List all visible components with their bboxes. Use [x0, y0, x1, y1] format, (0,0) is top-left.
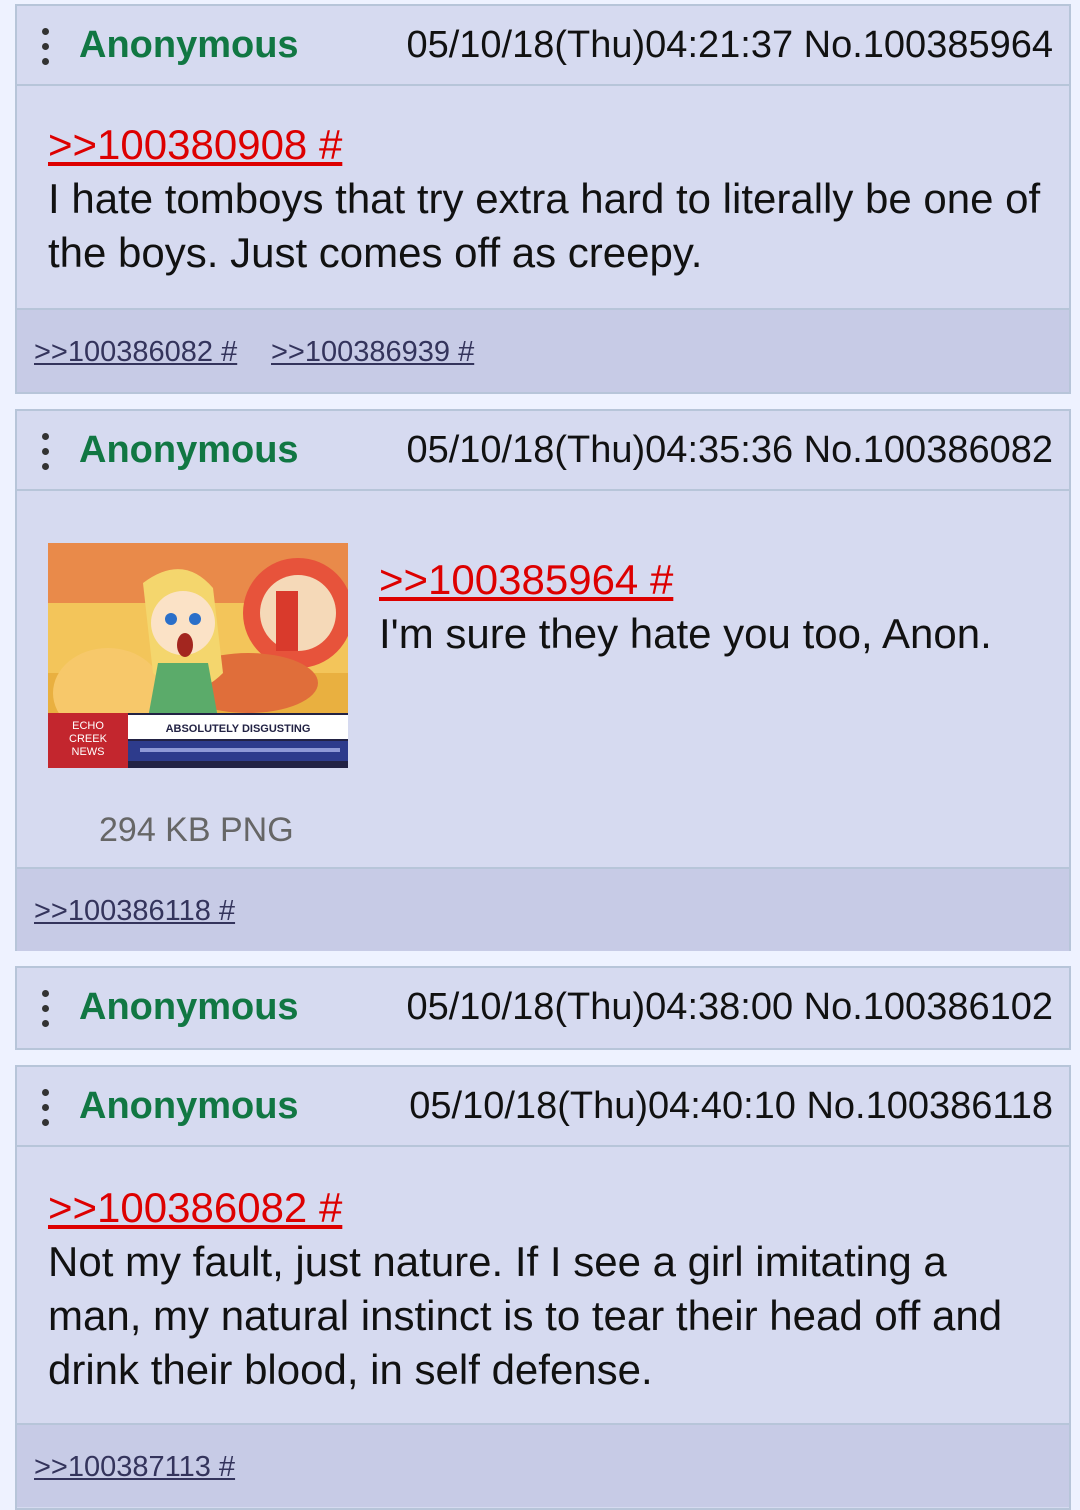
post: Anonymous 05/10/18(Thu)04:38:00 No.10038… [15, 966, 1071, 1050]
more-menu-icon[interactable] [39, 28, 51, 68]
post-datetime: 05/10/18(Thu)04:35:36 [406, 429, 794, 471]
post: Anonymous 05/10/18(Thu)04:21:37 No.10038… [15, 4, 1071, 394]
post-meta: 05/10/18(Thu)04:21:37 No.100385964 [406, 24, 1053, 67]
post-replies: >>100386082 # >>100386939 # [17, 310, 1069, 392]
post-number[interactable]: No.100386082 [804, 429, 1053, 471]
more-menu-icon[interactable] [39, 1089, 51, 1129]
poster-name: Anonymous [79, 429, 299, 471]
post-body: >>100386082 # Not my fault, just nature.… [17, 1147, 1069, 1425]
news-headline: ABSOLUTELY DISGUSTING [166, 723, 311, 735]
post-datetime: 05/10/18(Thu)04:38:00 [406, 986, 794, 1028]
post-text: Not my fault, just nature. If I see a gi… [48, 1238, 1003, 1393]
post-body: >>100380908 # I hate tomboys that try ex… [17, 86, 1069, 310]
image-thumbnail[interactable]: ECHO CREEK NEWS ABSOLUTELY DISGUSTING [48, 543, 353, 768]
poster-name: Anonymous [79, 24, 299, 66]
poster-name: Anonymous [79, 1085, 299, 1127]
post-header: Anonymous 05/10/18(Thu)04:38:00 No.10038… [17, 968, 1069, 1046]
post-text: I hate tomboys that try extra hard to li… [48, 175, 1041, 276]
post-body: ECHO CREEK NEWS ABSOLUTELY DISGUSTING >>… [17, 491, 1069, 869]
post-meta: 05/10/18(Thu)04:40:10 No.100386118 [409, 1085, 1053, 1128]
post-replies: >>100387113 # [17, 1425, 1069, 1507]
reply-link[interactable]: >>100386118 # [34, 895, 235, 928]
post-replies: >>100386118 # [17, 869, 1069, 951]
news-logo-line: ECHO [72, 720, 104, 732]
quote-link[interactable]: >>100386082 # [48, 1181, 1048, 1235]
more-menu-icon[interactable] [39, 990, 51, 1030]
post-number[interactable]: No.100386118 [806, 1085, 1053, 1127]
post-datetime: 05/10/18(Thu)04:40:10 [409, 1085, 796, 1127]
post: Anonymous 05/10/18(Thu)04:40:10 No.10038… [15, 1065, 1071, 1510]
post-text: I'm sure they hate you too, Anon. [379, 610, 992, 657]
quote-link[interactable]: >>100385964 # [379, 553, 1049, 607]
reply-link[interactable]: >>100386082 # [34, 336, 237, 369]
more-menu-icon[interactable] [39, 433, 51, 473]
poster-name: Anonymous [79, 986, 299, 1028]
post: Anonymous 05/10/18(Thu)04:35:36 No.10038… [15, 409, 1071, 951]
post-header: Anonymous 05/10/18(Thu)04:40:10 No.10038… [17, 1067, 1069, 1147]
post-meta: 05/10/18(Thu)04:38:00 No.100386102 [406, 986, 1053, 1029]
post-header: Anonymous 05/10/18(Thu)04:35:36 No.10038… [17, 411, 1069, 491]
file-info: 294 KB PNG [99, 811, 294, 849]
reply-link[interactable]: >>100386939 # [271, 336, 474, 369]
post-header: Anonymous 05/10/18(Thu)04:21:37 No.10038… [17, 6, 1069, 86]
news-logo-line: NEWS [72, 746, 105, 758]
news-logo-line: CREEK [69, 733, 108, 745]
post-number[interactable]: No.100386102 [804, 986, 1053, 1028]
quote-link[interactable]: >>100380908 # [48, 118, 1048, 172]
reply-link[interactable]: >>100387113 # [34, 1451, 235, 1484]
post-number[interactable]: No.100385964 [804, 24, 1053, 66]
post-meta: 05/10/18(Thu)04:35:36 No.100386082 [406, 429, 1053, 472]
post-datetime: 05/10/18(Thu)04:21:37 [406, 24, 794, 66]
